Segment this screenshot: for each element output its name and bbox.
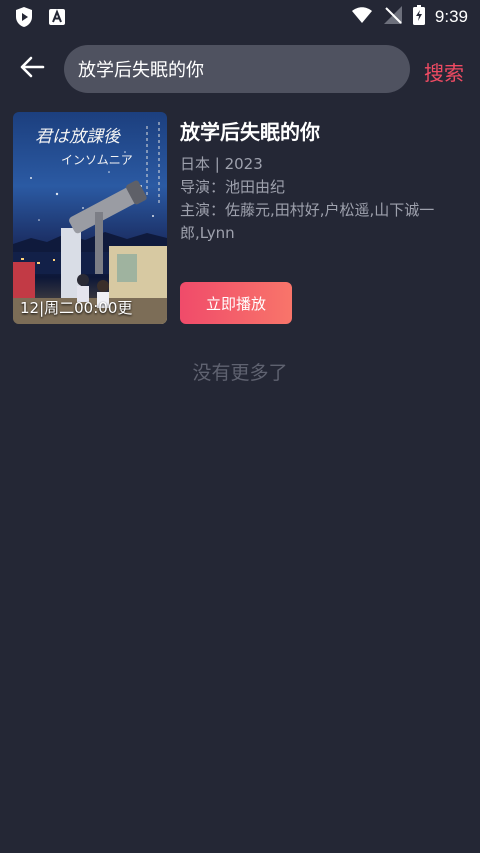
svg-text:インソムニア: インソムニア [61, 153, 133, 167]
cast: 主演：佐藤元,田村好,户松遥,山下诚一郎,Lynn [180, 201, 435, 242]
battery-charging-icon [412, 5, 425, 29]
region-year: 日本 | 2023 [180, 155, 263, 173]
no-more-results: 没有更多了 [192, 362, 288, 384]
wifi-icon [351, 6, 373, 28]
director: 导演：池田由纪 [180, 178, 286, 196]
search-input-value: 放学后失眠的你 [78, 60, 204, 81]
svg-text:君は放課後: 君は放課後 [35, 127, 121, 147]
no-signal-icon [383, 5, 403, 29]
play-now-button[interactable]: 立即播放 [180, 282, 292, 324]
arrow-left-icon [19, 55, 45, 83]
episode-caption: 12|周二00:00更 [20, 299, 133, 317]
search-bar: 放学后失眠的你 搜索 [0, 44, 480, 94]
back-button[interactable] [14, 54, 50, 84]
status-clock: 9:39 [434, 7, 468, 26]
search-input[interactable]: 放学后失眠的你 [64, 45, 410, 93]
shield-play-icon [14, 6, 34, 32]
poster-image[interactable]: 君は放課後 インソムニア 12|周二00:00更 [13, 112, 167, 324]
result-card[interactable]: 君は放課後 インソムニア 12|周二00:00更 放学后失眠的你 日本 | 20… [13, 112, 467, 324]
status-bar: 9:39 [0, 0, 480, 34]
font-app-icon [48, 8, 66, 30]
result-info: 放学后失眠的你 日本 | 2023 导演：池田由纪 主演：佐藤元,田村好,户松遥… [180, 112, 465, 245]
result-title[interactable]: 放学后失眠的你 [180, 116, 465, 145]
search-button[interactable]: 搜索 [424, 57, 464, 86]
